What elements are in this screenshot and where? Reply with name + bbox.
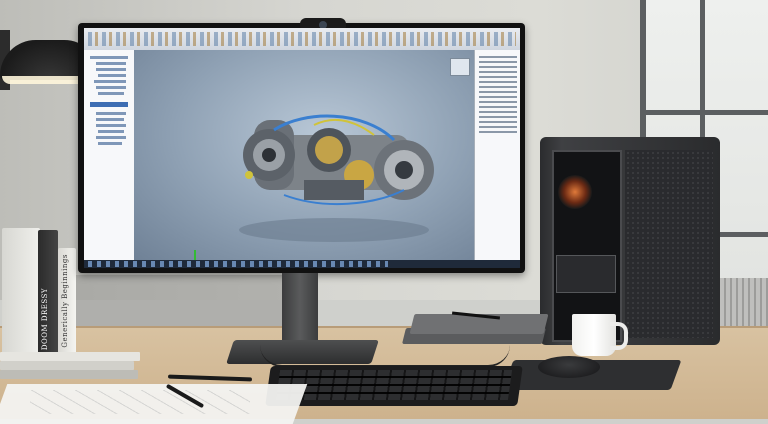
tree-item[interactable] [94, 80, 126, 83]
property-row[interactable] [479, 121, 517, 123]
tree-item[interactable] [98, 74, 126, 77]
tree-item[interactable] [98, 130, 124, 133]
property-row[interactable] [479, 76, 517, 78]
property-row[interactable] [479, 91, 517, 93]
property-row[interactable] [479, 101, 517, 103]
book-stack [0, 370, 138, 379]
book-spine-title: DOOM DRESSY [41, 287, 49, 350]
cable [260, 345, 510, 367]
tree-item[interactable] [98, 142, 122, 145]
property-row[interactable] [479, 71, 517, 73]
tree-item[interactable] [96, 124, 126, 127]
property-row[interactable] [479, 61, 517, 63]
property-row[interactable] [479, 111, 517, 113]
book: DOOM DRESSY [38, 230, 58, 358]
book-stack [0, 361, 134, 370]
tree-item[interactable] [96, 112, 126, 115]
property-row[interactable] [479, 86, 517, 88]
property-row[interactable] [479, 56, 517, 58]
monitor-screen [84, 28, 520, 268]
tree-item[interactable] [96, 86, 126, 89]
tree-item[interactable] [96, 68, 126, 71]
tree-item[interactable] [96, 62, 126, 65]
cad-3d-viewport[interactable] [134, 50, 474, 262]
radiator [720, 278, 768, 332]
property-panel[interactable] [474, 50, 520, 260]
view-cube-icon[interactable] [450, 58, 470, 76]
book-spine-title: Generically Beginnings [61, 254, 69, 348]
cpu-cooler-fan [558, 175, 592, 209]
toolbar-icons[interactable] [88, 32, 516, 46]
tower-mesh-panel [625, 150, 713, 338]
book-stack [0, 352, 140, 361]
computer-mouse [538, 356, 600, 378]
tree-item[interactable] [96, 118, 124, 121]
property-row[interactable] [479, 96, 517, 98]
book: Generically Beginnings [58, 248, 76, 356]
tree-item[interactable] [98, 92, 124, 95]
property-row[interactable] [479, 131, 517, 133]
keyboard-keys [275, 370, 513, 400]
tree-item-selected[interactable] [90, 102, 128, 107]
window-frame [640, 110, 768, 115]
property-row[interactable] [479, 66, 517, 68]
property-row[interactable] [479, 81, 517, 83]
mug-handle [610, 322, 628, 350]
property-row[interactable] [479, 126, 517, 128]
tree-item[interactable] [90, 56, 128, 59]
gearbox-model[interactable] [214, 80, 454, 250]
property-row[interactable] [479, 116, 517, 118]
feature-tree-panel[interactable] [84, 50, 135, 260]
tree-item[interactable] [96, 136, 126, 139]
blueprint-lines [30, 390, 250, 414]
taskbar-icons[interactable] [88, 261, 388, 267]
monitor-stand [282, 273, 318, 345]
book [2, 228, 40, 356]
property-row[interactable] [479, 106, 517, 108]
graphics-card [556, 255, 616, 293]
